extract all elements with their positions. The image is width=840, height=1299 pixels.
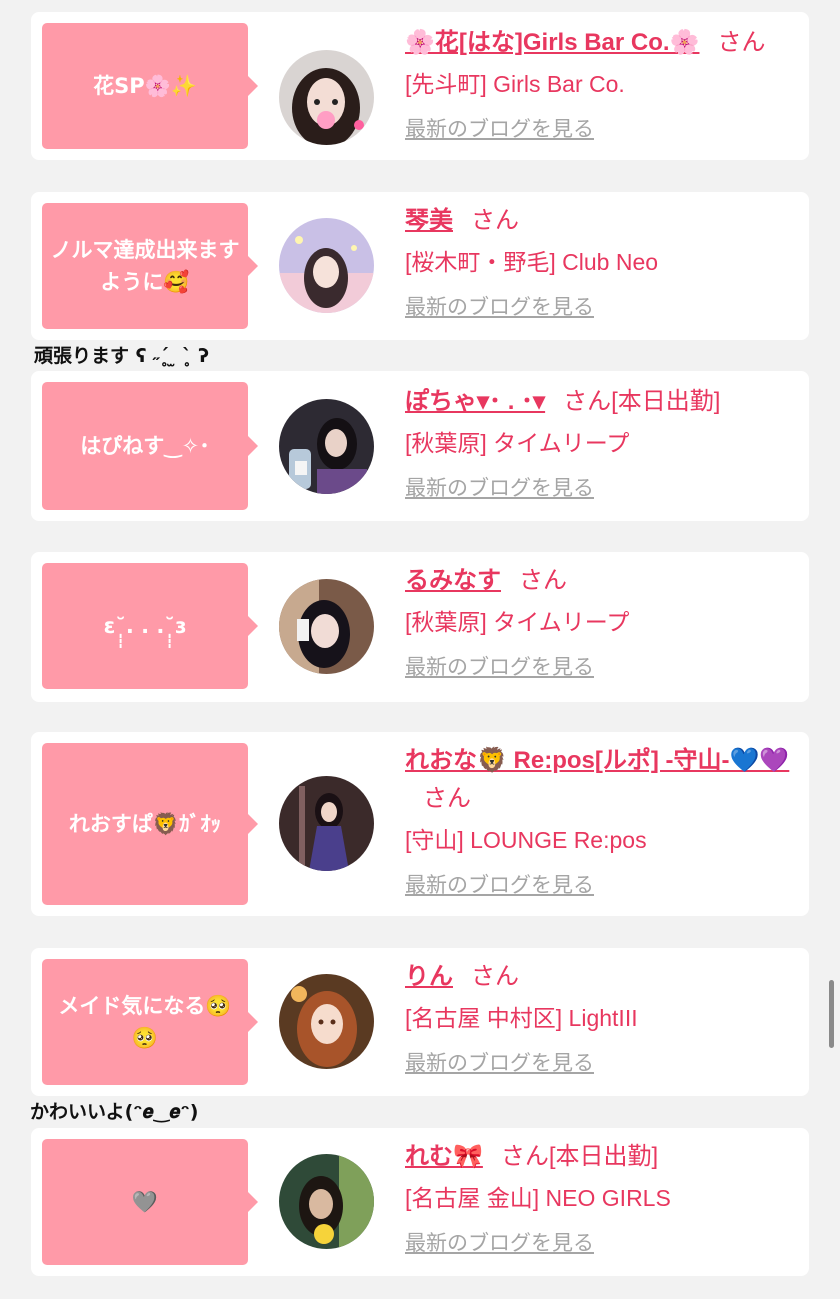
card-info: 🌸花[はな]Girls Bar Co.🌸 さん [先斗町] Girls Bar C… <box>405 24 795 145</box>
blog-card: 🩶 れむ🎀 さん[本日出勤] [名古屋 金山] NEO GIRLS 最新のブログを… <box>31 1128 809 1276</box>
latest-blog-link[interactable]: 最新のブログを見る <box>405 474 594 504</box>
name-line: 琴美 さん <box>405 202 795 240</box>
avatar[interactable] <box>279 50 374 145</box>
blog-card: ノルマ達成出来ますように🥰 琴美 さん [桜木町・野毛] Club Neo 最新の… <box>31 192 809 340</box>
name-suffix: さん <box>423 785 471 812</box>
name-line: るみなす さん <box>405 562 795 600</box>
blog-card: はぴねす‿✧･ ぽちゃ▾･ . ･▾ さん[本日出勤] [秋葉原] タイムリープ … <box>31 371 809 521</box>
avatar-image <box>279 974 374 1069</box>
latest-blog-link[interactable]: 最新のブログを見る <box>405 1049 594 1079</box>
message-bubble: 🩶 <box>42 1139 258 1265</box>
message-bubble: ɛ˘̩̩̩. . .˘̩̩̩ɜ <box>42 563 258 689</box>
name-suffix: さん[本日出勤] <box>500 1143 659 1170</box>
avatar[interactable] <box>279 579 374 674</box>
avatar[interactable] <box>279 399 374 494</box>
scrollbar[interactable] <box>829 980 834 1048</box>
latest-blog-link[interactable]: 最新のブログを見る <box>405 871 594 901</box>
latest-blog-link[interactable]: 最新のブログを見る <box>405 1229 594 1259</box>
shop-name: [秋葉原] タイムリープ <box>405 430 630 456</box>
name-suffix: さん <box>717 29 766 56</box>
latest-blog-link[interactable]: 最新のブログを見る <box>405 653 594 683</box>
avatar[interactable] <box>279 218 374 313</box>
avatar[interactable] <box>279 1154 374 1249</box>
avatar-image <box>279 579 374 674</box>
avatar-image <box>279 776 374 871</box>
blog-card: 花SP🌸✨ 🌸花[はな]Girls Bar Co.🌸 さん [先斗町] Girls… <box>31 12 809 160</box>
cast-name-link[interactable]: るみなす <box>405 567 501 594</box>
card-info: れむ🎀 さん[本日出勤] [名古屋 金山] NEO GIRLS 最新のブログを見る <box>405 1138 795 1259</box>
cast-name-link[interactable]: れおな🦁 Re:pos[ルポ] -守山-💙💜 <box>405 747 789 774</box>
shop-name: [名古屋 中村区] LightIII <box>405 1005 638 1031</box>
avatar[interactable] <box>279 974 374 1069</box>
message-bubble: ノルマ達成出来ますように🥰 <box>42 203 258 329</box>
cast-name-link[interactable]: 琴美 <box>405 207 453 234</box>
name-line: れむ🎀 さん[本日出勤] <box>405 1138 795 1176</box>
avatar-image <box>279 218 374 313</box>
cast-name-link[interactable]: ぽちゃ▾･ . ･▾ <box>405 388 545 415</box>
message-bubble: はぴねす‿✧･ <box>42 382 258 510</box>
name-suffix: さん[本日出勤] <box>563 388 721 415</box>
name-suffix: さん <box>471 207 519 234</box>
name-line: りん さん <box>405 958 795 996</box>
name-line: 🌸花[はな]Girls Bar Co.🌸 さん <box>405 24 795 62</box>
shop-name: [先斗町] Girls Bar Co. <box>405 71 625 97</box>
card-info: るみなす さん [秋葉原] タイムリープ 最新のブログを見る <box>405 562 795 683</box>
card-info: れおな🦁 Re:pos[ルポ] -守山-💙💜 さん [守山] LOUNGE Re:… <box>405 742 795 901</box>
cast-name-link[interactable]: 🌸花[はな]Girls Bar Co.🌸 <box>405 29 699 56</box>
shop-name: [桜木町・野毛] Club Neo <box>405 249 659 275</box>
bubble-overflow-text: 頑張ります ʕ ˶ˊ̥ ̫ ˋ̥ ʔ <box>34 345 210 367</box>
card-info: りん さん [名古屋 中村区] LightIII 最新のブログを見る <box>405 958 795 1079</box>
latest-blog-link[interactable]: 最新のブログを見る <box>405 115 594 145</box>
blog-card: メイド気になる🥺🥺 りん さん [名古屋 中村区] LightIII 最新のブログ… <box>31 948 809 1096</box>
name-line: れおな🦁 Re:pos[ルポ] -守山-💙💜 さん <box>405 742 795 818</box>
avatar-image <box>279 1154 374 1249</box>
latest-blog-link[interactable]: 最新のブログを見る <box>405 293 594 323</box>
message-bubble: れおすぱ🦁ｶﾞｵｯ <box>42 743 258 905</box>
shop-name: [秋葉原] タイムリープ <box>405 609 630 635</box>
avatar[interactable] <box>279 776 374 871</box>
card-info: ぽちゃ▾･ . ･▾ さん[本日出勤] [秋葉原] タイムリープ 最新のブログを見… <box>405 383 795 504</box>
avatar-image <box>279 50 374 145</box>
name-suffix: さん <box>471 963 519 990</box>
message-bubble: メイド気になる🥺🥺 <box>42 959 258 1085</box>
blog-card: ɛ˘̩̩̩. . .˘̩̩̩ɜ るみなす さん [秋葉原] タイムリープ 最新のブ… <box>31 552 809 702</box>
avatar-image <box>279 399 374 494</box>
shop-name: [守山] LOUNGE Re:pos <box>405 827 647 853</box>
name-suffix: さん <box>519 567 567 594</box>
card-info: 琴美 さん [桜木町・野毛] Club Neo 最新のブログを見る <box>405 202 795 323</box>
cast-name-link[interactable]: れむ🎀 <box>405 1143 483 1170</box>
blog-card: れおすぱ🦁ｶﾞｵｯ れおな🦁 Re:pos[ルポ] -守山-💙💜 さん [守山] … <box>31 732 809 916</box>
shop-name: [名古屋 金山] NEO GIRLS <box>405 1185 671 1211</box>
name-line: ぽちゃ▾･ . ･▾ さん[本日出勤] <box>405 383 795 421</box>
bubble-overflow-text: かわいいよ(ᵔ𝒆‿𝒆ᵔ) <box>30 1101 199 1123</box>
cast-name-link[interactable]: りん <box>405 963 453 990</box>
message-bubble: 花SP🌸✨ <box>42 23 258 149</box>
